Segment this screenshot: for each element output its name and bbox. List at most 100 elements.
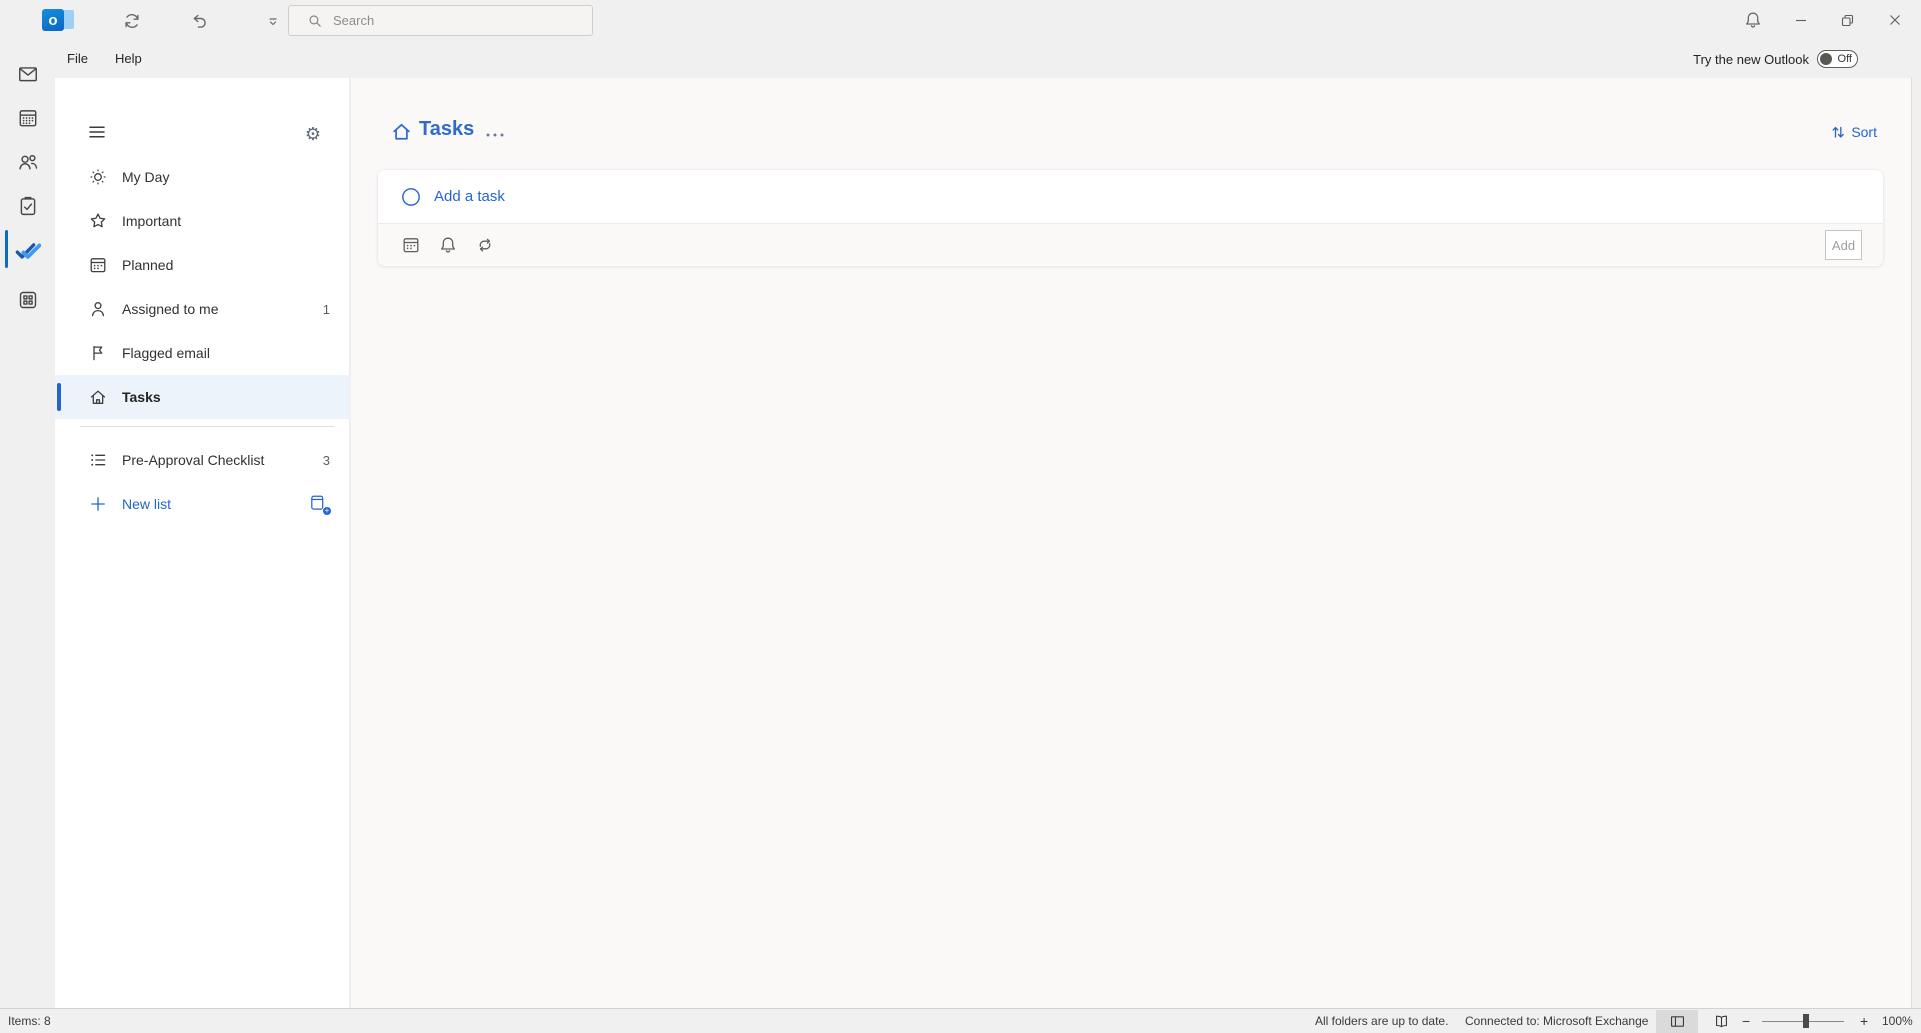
close-icon (1888, 13, 1902, 27)
sidebar-item-count: 1 (323, 302, 330, 317)
star-icon (88, 211, 108, 231)
calendar-icon (17, 107, 39, 129)
add-task-placeholder: Add a task (434, 188, 505, 205)
gear-icon: ⚙ (305, 124, 321, 145)
minimize-button[interactable] (1778, 0, 1824, 40)
restore-icon (1840, 13, 1855, 28)
reading-view-button[interactable] (1700, 1010, 1742, 1033)
sidebar-item-planned[interactable]: Planned (55, 243, 350, 287)
vertical-scrollbar[interactable] (1911, 78, 1921, 1008)
repeat-icon (475, 235, 495, 255)
sidebar-divider (80, 426, 335, 427)
folders-status-label: All folders are up to date. (1315, 1009, 1448, 1033)
list-options-button[interactable] (485, 132, 505, 138)
toggle-state-label: Off (1838, 51, 1852, 67)
bell-icon (1743, 10, 1763, 30)
send-receive-button[interactable] (119, 8, 145, 34)
close-button[interactable] (1870, 0, 1920, 40)
due-date-button[interactable] (401, 235, 421, 255)
zoom-level-label[interactable]: 100% (1882, 1009, 1913, 1033)
sidebar-item-my-day[interactable]: My Day (55, 155, 350, 199)
rail-tasks-button[interactable] (0, 188, 55, 224)
outlook-window: o (0, 0, 1921, 1033)
sidebar-item-label: Planned (122, 257, 330, 273)
sidebar-item-pre-approval-checklist[interactable]: Pre-Approval Checklist 3 (55, 438, 350, 482)
list-icon (88, 450, 108, 470)
mail-icon (17, 63, 39, 85)
search-box[interactable] (288, 5, 593, 36)
toggle-knob (1820, 53, 1832, 65)
add-task-input[interactable]: Add a task (378, 170, 1883, 224)
chevron-down-icon (266, 14, 280, 28)
add-button[interactable]: Add (1825, 230, 1862, 260)
list-header: Tasks Sort (351, 78, 1921, 170)
sort-label: Sort (1851, 124, 1877, 140)
person-icon (88, 299, 108, 319)
sidebar-item-label: Important (122, 213, 330, 229)
sidebar-collapse-button[interactable] (85, 120, 109, 144)
sort-arrows-icon (1830, 124, 1851, 140)
customize-toolbar-button[interactable] (262, 8, 284, 34)
apps-grid-icon (17, 289, 39, 311)
sync-icon (122, 11, 142, 31)
restore-button[interactable] (1824, 0, 1870, 40)
rail-people-button[interactable] (0, 144, 55, 180)
ellipsis-icon (485, 132, 505, 138)
add-task-card: Add a task (378, 170, 1883, 266)
zoom-out-button[interactable]: − (1742, 1009, 1750, 1033)
todo-check-icon (14, 237, 41, 264)
connection-status-label: Connected to: Microsoft Exchange (1465, 1009, 1648, 1033)
undo-icon (189, 11, 209, 31)
notifications-button[interactable] (1740, 7, 1766, 33)
hamburger-icon (87, 122, 107, 142)
remind-me-button[interactable] (438, 235, 458, 255)
try-new-outlook: Try the new Outlook Off (1693, 40, 1858, 78)
sort-button[interactable]: Sort (1830, 124, 1877, 140)
undo-button[interactable] (186, 8, 212, 34)
new-list-button[interactable]: New list + (55, 482, 350, 526)
sidebar-item-important[interactable]: Important (55, 199, 350, 243)
new-group-button[interactable]: + (308, 493, 330, 515)
plus-badge-icon: + (322, 506, 332, 516)
flag-icon (88, 343, 108, 363)
outlook-logo-icon: o (42, 8, 74, 32)
search-input[interactable] (333, 13, 563, 28)
sidebar-item-label: Flagged email (122, 345, 330, 361)
rail-mail-button[interactable] (0, 56, 55, 92)
sidebar-lists: Pre-Approval Checklist 3 (55, 438, 350, 482)
menu-file[interactable]: File (55, 40, 100, 78)
home-icon (88, 387, 108, 407)
book-icon (1713, 1013, 1730, 1030)
rail-todo-button[interactable] (0, 232, 55, 268)
home-icon (390, 120, 413, 143)
sun-icon (88, 167, 108, 187)
layout-view-icon (1669, 1013, 1686, 1030)
main-content: Tasks Sort Add (351, 78, 1921, 1008)
status-bar: Items: 8 All folders are up to date. Con… (0, 1008, 1921, 1033)
bell-icon (438, 235, 458, 255)
sidebar-item-count: 3 (323, 453, 330, 468)
sidebar-item-label: Pre-Approval Checklist (122, 452, 323, 468)
menu-help[interactable]: Help (103, 40, 154, 78)
rail-apps-button[interactable] (0, 282, 55, 318)
sidebar-item-label: Assigned to me (122, 301, 323, 317)
items-count-label: Items: 8 (8, 1009, 51, 1033)
calendar-icon (401, 235, 421, 255)
plus-icon (88, 494, 108, 514)
sidebar-item-flagged-email[interactable]: Flagged email (55, 331, 350, 375)
normal-view-button[interactable] (1656, 1010, 1698, 1033)
new-outlook-toggle[interactable]: Off (1817, 50, 1858, 68)
zoom-slider-thumb[interactable] (1803, 1014, 1809, 1028)
tasks-clipboard-icon (17, 195, 39, 217)
repeat-button[interactable] (475, 235, 495, 255)
add-task-toolbar: Add (378, 224, 1883, 265)
sidebar-item-label: My Day (122, 169, 330, 185)
settings-button[interactable]: ⚙ (301, 122, 325, 146)
sidebar-item-tasks[interactable]: Tasks (55, 375, 350, 419)
page-title[interactable]: Tasks (419, 118, 474, 141)
zoom-in-button[interactable]: + (1860, 1009, 1868, 1033)
task-circle-icon (401, 187, 421, 207)
todo-sidebar: ⚙ My Day Important (55, 78, 350, 1008)
rail-calendar-button[interactable] (0, 100, 55, 136)
sidebar-item-assigned-to-me[interactable]: Assigned to me 1 (55, 287, 350, 331)
